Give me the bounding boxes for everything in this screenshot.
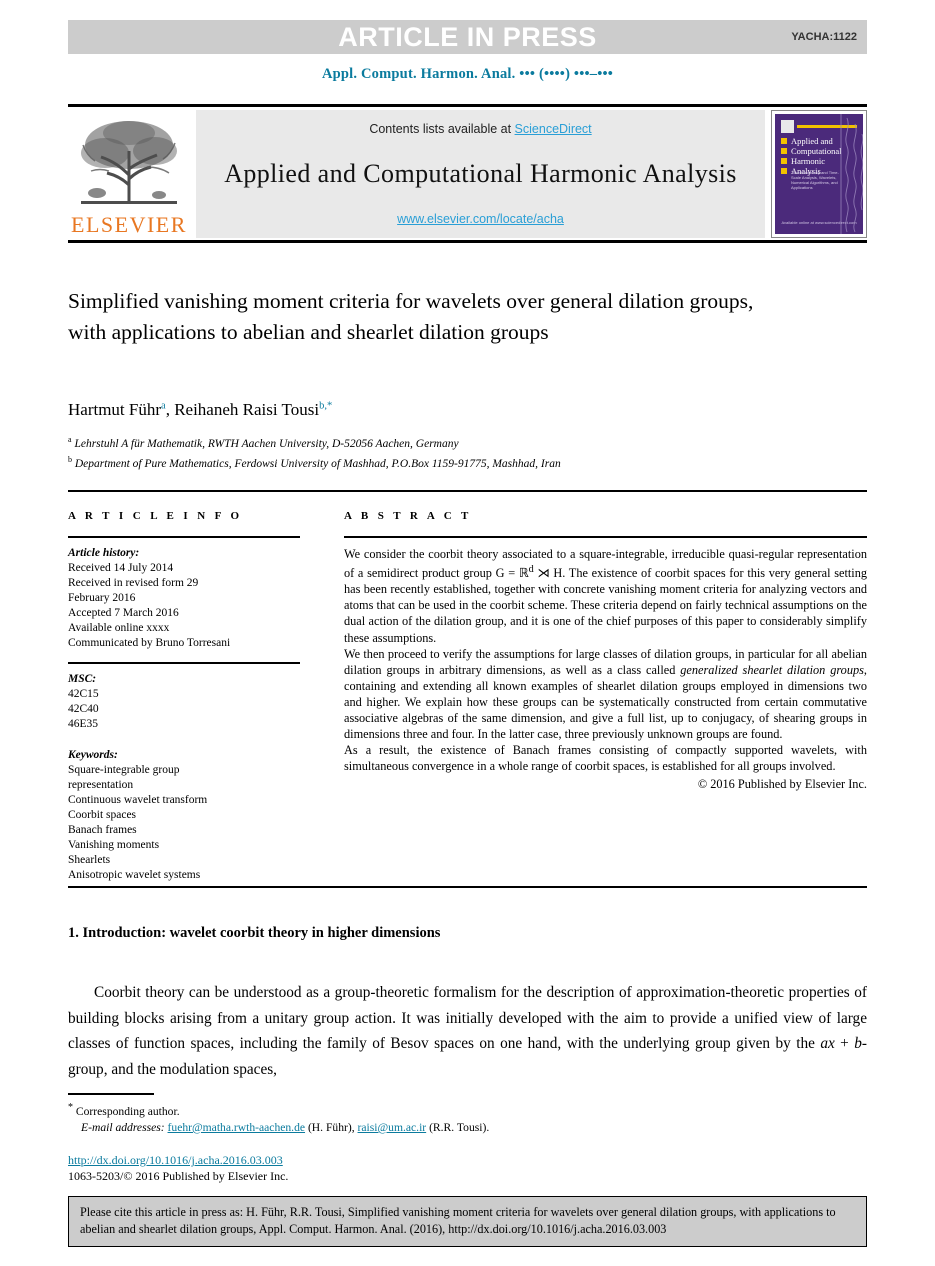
msc-item: 46E35 <box>68 718 99 730</box>
footnote-rule <box>68 1093 154 1095</box>
keyword-item: Banach frames <box>68 824 137 836</box>
info-abstract-columns: A R T I C L E I N F O Article history: R… <box>68 510 867 883</box>
keyword-item: Shearlets <box>68 854 111 866</box>
keyword-item: representation <box>68 779 134 791</box>
journal-masthead: ELSEVIER Contents lists available at Sci… <box>68 110 867 238</box>
section-heading-introduction: 1. Introduction: wavelet coorbit theory … <box>68 925 441 941</box>
author-affiliation-mark-2: b,* <box>319 400 333 412</box>
cover-subtitle: Time-Frequency and Time-Scale Analysis, … <box>791 170 839 190</box>
abstract-heading: A B S T R A C T <box>344 510 472 522</box>
history-item: Available online xxxx <box>68 622 170 634</box>
affiliation-text-b: Department of Pure Mathematics, Ferdowsi… <box>74 458 561 471</box>
msc-block: MSC: 42C15 42C40 46E35 <box>68 672 300 732</box>
journal-article-page: ARTICLE IN PRESS YACHA:1122 Appl. Comput… <box>0 0 935 1266</box>
journal-homepage-link[interactable]: www.elsevier.com/locate/acha <box>397 212 564 226</box>
affiliation-mark-b: b <box>68 455 72 465</box>
history-item: Received in revised form 29 <box>68 577 199 589</box>
introduction-paragraph: Coorbit theory can be understood as a gr… <box>68 984 867 1078</box>
affiliation-list: a Lehrstuhl A für Mathematik, RWTH Aache… <box>68 432 828 473</box>
elsevier-tree-icon <box>81 121 177 204</box>
masthead-top-rule <box>68 104 867 107</box>
keyword-item: Anisotropic wavelet systems <box>68 869 201 881</box>
abstract-column: A B S T R A C T We consider the coorbit … <box>344 510 867 883</box>
footnote-block: * Corresponding author. E-mail addresses… <box>68 1100 768 1136</box>
contents-lists-line: Contents lists available at ScienceDirec… <box>369 122 591 136</box>
abstract-paragraph: We then proceed to verify the assumption… <box>344 646 867 742</box>
author-name-2: Reihaneh Raisi Tousi <box>174 400 320 419</box>
keyword-item: Coorbit spaces <box>68 809 137 821</box>
elsevier-logo: ELSEVIER <box>68 110 190 238</box>
doi-link[interactable]: http://dx.doi.org/10.1016/j.acha.2016.03… <box>68 1152 283 1168</box>
corresponding-author-note: * Corresponding author. <box>68 1100 768 1120</box>
keywords-block: Keywords: Square-integrable group repres… <box>68 748 300 883</box>
running-head: Appl. Comput. Harmon. Anal. ••• (••••) •… <box>321 66 614 82</box>
article-in-press-banner: ARTICLE IN PRESS YACHA:1122 <box>68 20 867 54</box>
cite-this-article-box: Please cite this article in press as: H.… <box>68 1196 867 1247</box>
email-person-1: (H. Führ) <box>307 1120 352 1134</box>
email-link-1[interactable]: fuehr@matha.rwth-aachen.de <box>168 1121 306 1134</box>
masthead-bottom-rule <box>68 240 867 243</box>
issn-copyright-line: 1063-5203/© 2016 Published by Elsevier I… <box>68 1169 289 1183</box>
author-name-1: Hartmut Führ <box>68 400 162 419</box>
keyword-item: Vanishing moments <box>68 839 160 851</box>
keyword-item: Square-integrable group <box>68 764 180 776</box>
abstract-rule <box>344 536 867 538</box>
history-item: Received 14 July 2014 <box>68 562 174 574</box>
affiliation-b: b Department of Pure Mathematics, Ferdow… <box>68 452 828 472</box>
email-addresses-line: E-mail addresses: fuehr@matha.rwth-aache… <box>81 1120 490 1134</box>
page-title: Simplified vanishing moment criteria for… <box>68 289 754 344</box>
affiliation-a: a Lehrstuhl A für Mathematik, RWTH Aache… <box>68 432 828 452</box>
cover-wavelet-graphic <box>840 114 863 234</box>
email-person-2: (R.R. Tousi) <box>429 1120 487 1134</box>
corresponding-author-mark: * <box>68 1102 73 1113</box>
article-history-block: Article history: Received 14 July 2014 R… <box>68 546 300 651</box>
journal-banner: Contents lists available at ScienceDirec… <box>196 110 765 238</box>
abstract-body: We consider the coorbit theory associate… <box>344 546 867 793</box>
elsevier-wordmark: ELSEVIER <box>71 212 187 237</box>
msc-rule <box>68 662 300 664</box>
article-info-rule <box>68 536 300 538</box>
sciencedirect-link[interactable]: ScienceDirect <box>515 122 592 136</box>
contents-lists-prefix: Contents lists available at <box>369 122 515 136</box>
history-item: February 2016 <box>68 592 136 604</box>
journal-title: Applied and Computational Harmonic Analy… <box>224 159 737 188</box>
affiliation-mark-a: a <box>68 435 72 444</box>
info-section-top-rule <box>68 490 867 492</box>
abstract-bottom-rule <box>68 886 867 888</box>
msc-label: MSC: <box>68 673 97 685</box>
cover-dot-column <box>781 138 787 178</box>
affiliation-text-a: Lehrstuhl A für Mathematik, RWTH Aachen … <box>74 437 459 450</box>
journal-cover-thumbnail[interactable]: Applied and Computational Harmonic Analy… <box>771 110 867 238</box>
author-separator: , <box>165 400 175 419</box>
email-addresses-label: E-mail addresses: <box>81 1120 165 1134</box>
author-list: Hartmut Führa, Reihaneh Raisi Tousib,* <box>68 400 828 420</box>
manuscript-code-label: YACHA:1122 <box>791 31 857 43</box>
msc-item: 42C40 <box>68 703 99 715</box>
email-link-2[interactable]: raisi@um.ac.ir <box>358 1121 427 1134</box>
article-info-column: A R T I C L E I N F O Article history: R… <box>68 510 300 883</box>
article-in-press-label: ARTICLE IN PRESS <box>338 21 597 52</box>
history-item: Communicated by Bruno Torresani <box>68 637 231 649</box>
keyword-item: Continuous wavelet transform <box>68 794 208 806</box>
article-info-heading: A R T I C L E I N F O <box>68 510 243 522</box>
cover-elsevier-mark-icon <box>781 119 794 133</box>
keywords-label: Keywords: <box>68 749 118 761</box>
abstract-paragraph: As a result, the existence of Banach fra… <box>344 743 867 774</box>
abstract-paragraph: We consider the coorbit theory associate… <box>344 547 867 645</box>
msc-item: 42C15 <box>68 688 99 700</box>
article-history-label: Article history: <box>68 547 140 559</box>
cover-artwork: Applied and Computational Harmonic Analy… <box>775 114 863 234</box>
corresponding-author-text: Corresponding author. <box>75 1104 180 1118</box>
abstract-copyright: © 2016 Published by Elsevier Inc. <box>697 777 867 792</box>
history-item: Accepted 7 March 2016 <box>68 607 179 619</box>
